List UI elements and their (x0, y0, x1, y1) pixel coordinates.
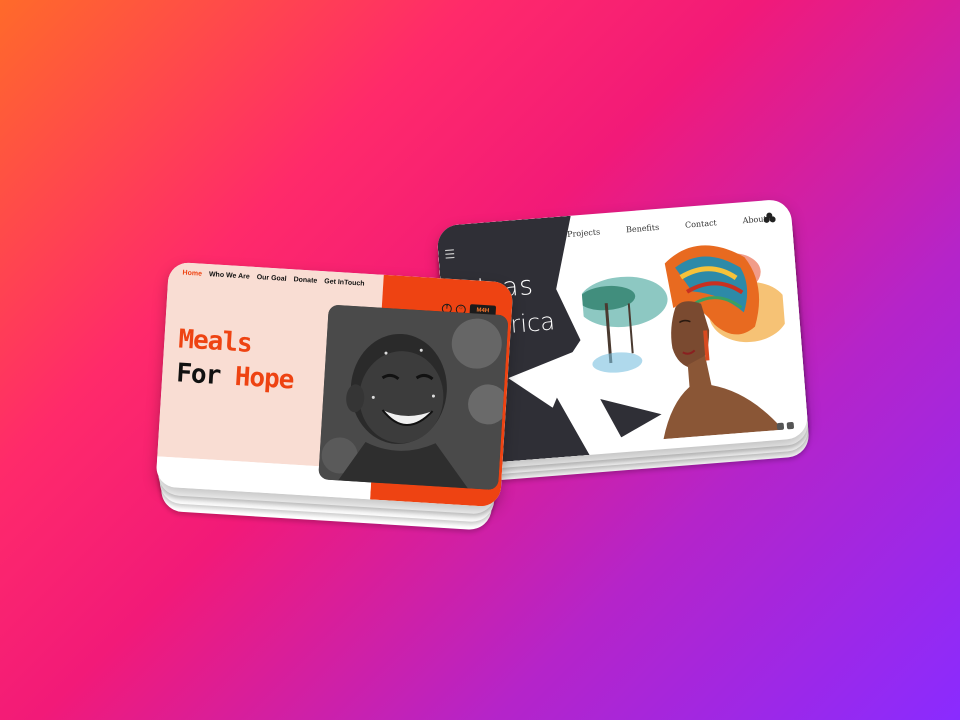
hero-title-accent: Hope (233, 361, 295, 396)
nav-home[interactable]: Home (182, 270, 202, 278)
hero-title-line1: Meals (177, 324, 253, 359)
nav-contact[interactable]: Contact (685, 218, 717, 229)
social-links (776, 421, 795, 431)
hamburger-menu-icon[interactable]: ☰ (444, 247, 456, 262)
meals-for-hope-card: Home Who We Are Our Goal Donate Get InTo… (155, 261, 514, 531)
instagram-icon[interactable] (776, 422, 785, 431)
african-woman-illustration (578, 245, 789, 440)
nav-donate[interactable]: Donate (293, 276, 317, 284)
nav-projects[interactable]: Projects (567, 227, 601, 239)
smiling-child-photo (318, 304, 509, 491)
tree-logo-icon[interactable] (763, 212, 776, 225)
hero-title-prefix: For (175, 358, 236, 392)
facebook-icon[interactable] (786, 421, 795, 430)
nav-benefits[interactable]: Benefits (626, 223, 660, 235)
meals-for-hope-page: Home Who We Are Our Goal Donate Get InTo… (155, 261, 514, 508)
